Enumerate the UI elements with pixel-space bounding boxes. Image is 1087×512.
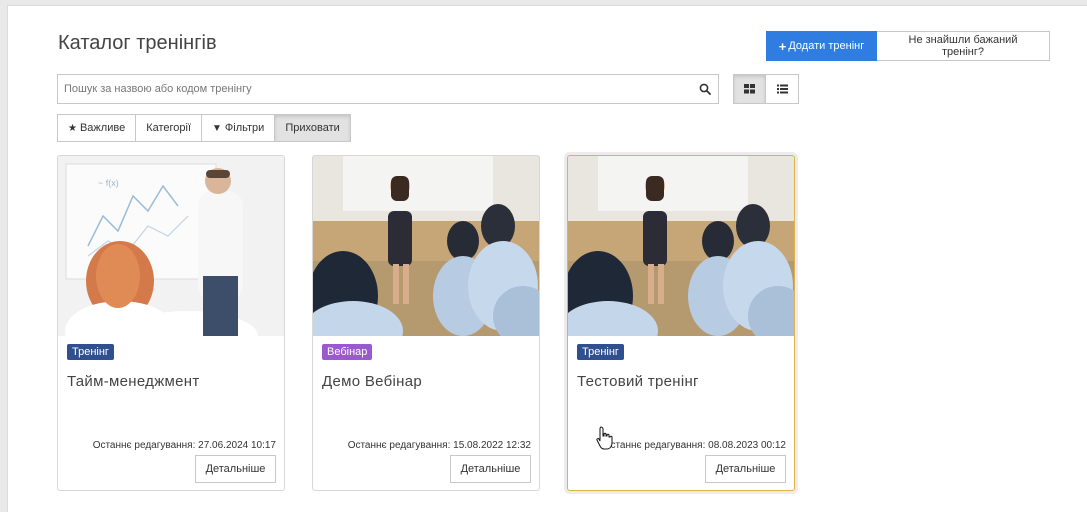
details-button[interactable]: Детальніше: [705, 455, 786, 483]
training-card[interactable]: Вебінар Демо Вебінар Останнє редагування…: [312, 155, 540, 491]
catalog-panel: Каталог тренінгів + Додати тренінг Не зн…: [7, 5, 1087, 512]
hide-label: Приховати: [285, 122, 340, 134]
plus-icon: +: [778, 38, 787, 54]
grid-view-button[interactable]: [733, 74, 766, 104]
hand-cursor-icon: [596, 426, 614, 455]
add-training-label: Додати тренінг: [788, 40, 865, 52]
search-input[interactable]: [58, 75, 692, 103]
details-button[interactable]: Детальніше: [195, 455, 276, 483]
page-title: Каталог тренінгів: [58, 32, 217, 54]
categories-button[interactable]: Категорії: [136, 114, 203, 142]
filter-toolbar: ★ Важливе Категорії ▼ Фільтри Приховати: [57, 114, 351, 142]
grid-icon: [744, 84, 755, 94]
card-title: Демо Вебінар: [322, 373, 422, 390]
filter-icon: ▼: [212, 122, 222, 134]
list-icon: [776, 84, 788, 94]
request-training-button[interactable]: Не знайшли бажаний тренінг?: [877, 31, 1050, 61]
training-image: [313, 156, 539, 336]
last-edited: Останнє редагування: 27.06.2024 10:17: [92, 440, 276, 451]
hide-button[interactable]: Приховати: [275, 114, 351, 142]
search-icon[interactable]: [692, 75, 718, 103]
type-badge: Тренінг: [577, 344, 624, 360]
important-label: Важливе: [79, 122, 126, 134]
list-view-button[interactable]: [766, 74, 799, 104]
card-title: Тайм-менеджмент: [67, 373, 200, 390]
details-button[interactable]: Детальніше: [450, 455, 531, 483]
important-filter-button[interactable]: ★ Важливе: [57, 114, 137, 142]
svg-text:~ f(x): ~ f(x): [98, 178, 119, 188]
training-image: [568, 156, 794, 336]
last-edited: Останнє редагування: 08.08.2023 00:12: [602, 440, 786, 451]
star-icon: ★: [68, 122, 77, 134]
view-toggle: [733, 74, 799, 104]
card-title: Тестовий тренінг: [577, 373, 699, 390]
last-edited: Останнє редагування: 15.08.2022 12:32: [347, 440, 531, 451]
add-training-button[interactable]: + Додати тренінг: [766, 31, 877, 61]
training-image: ~ f(x): [58, 156, 284, 336]
categories-label: Категорії: [146, 122, 192, 134]
type-badge: Вебінар: [322, 344, 373, 360]
filters-button[interactable]: ▼ Фільтри: [202, 114, 276, 142]
top-actions: + Додати тренінг Не знайшли бажаний трен…: [766, 31, 1050, 61]
search-box: [57, 74, 719, 104]
type-badge: Тренінг: [67, 344, 114, 360]
filters-label: Фільтри: [224, 122, 265, 134]
training-card[interactable]: ~ f(x) Тренінг Тайм-менеджмент Останнє р…: [57, 155, 285, 491]
